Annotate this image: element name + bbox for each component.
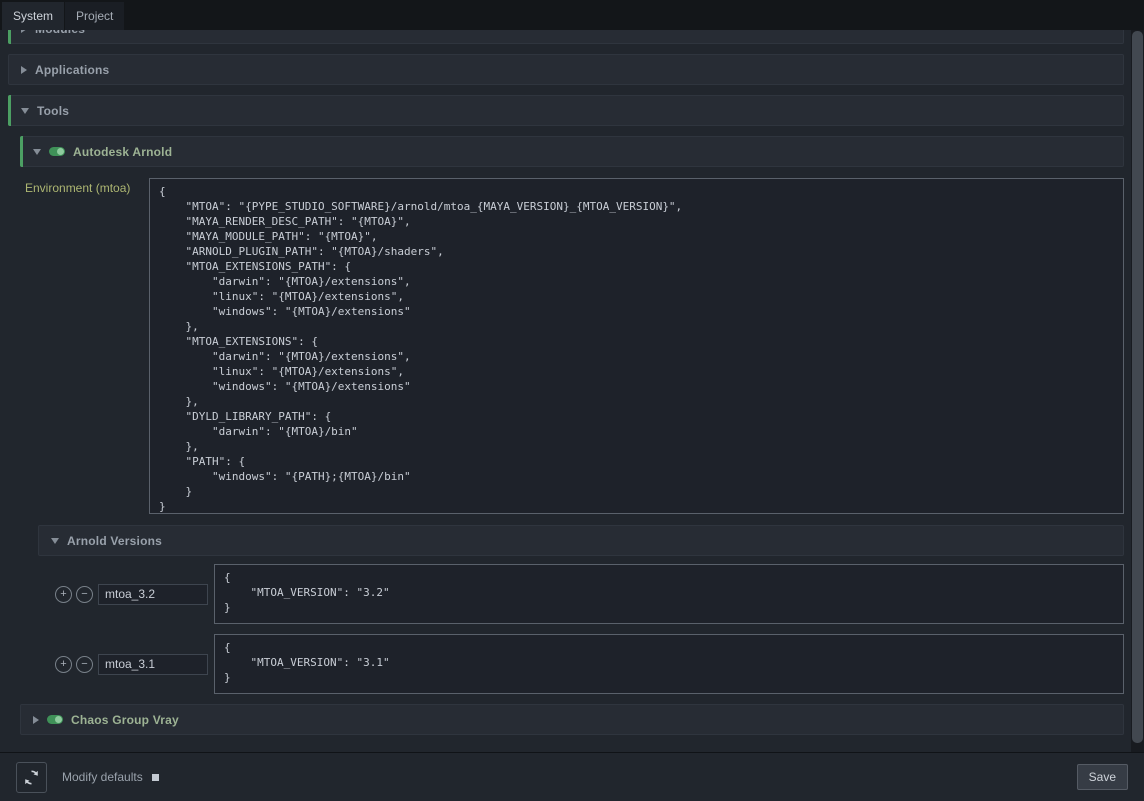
settings-scroll-area: Modules Applications Tools: [0, 30, 1131, 752]
chevron-right-icon: [21, 66, 27, 74]
section-header-modules[interactable]: Modules: [8, 30, 1124, 44]
tab-project[interactable]: Project: [65, 2, 124, 30]
add-version-button[interactable]: +: [55, 586, 72, 603]
version-row: + − { "MTOA_VERSION": "3.1" }: [55, 634, 1124, 694]
section-header-arnold-versions[interactable]: Arnold Versions: [38, 525, 1124, 556]
section-header-tools[interactable]: Tools: [8, 95, 1124, 126]
tool-group-header-vray[interactable]: Chaos Group Vray: [20, 704, 1124, 735]
tool-group-vray: Chaos Group Vray: [20, 704, 1124, 735]
tools-body: Autodesk Arnold Environment (mtoa) { "MT…: [8, 136, 1124, 735]
section-header-applications[interactable]: Applications: [8, 54, 1124, 85]
refresh-button[interactable]: [16, 762, 47, 793]
section-title-applications: Applications: [35, 63, 109, 77]
footer: Modify defaults Save: [0, 752, 1144, 801]
tool-group-title-arnold: Autodesk Arnold: [73, 145, 172, 159]
version-key-input[interactable]: [98, 584, 208, 605]
chevron-right-icon: [33, 716, 39, 724]
version-json-textarea[interactable]: { "MTOA_VERSION": "3.2" }: [214, 564, 1124, 624]
section-title-tools: Tools: [37, 104, 69, 118]
modified-indicator: [8, 95, 11, 126]
version-key-input[interactable]: [98, 654, 208, 675]
modify-defaults-checkbox[interactable]: [152, 774, 159, 781]
add-version-button[interactable]: +: [55, 656, 72, 673]
chevron-down-icon: [33, 149, 41, 155]
arnold-versions-body: + − { "MTOA_VERSION": "3.2" } + −: [38, 564, 1124, 694]
tool-group-arnold: Autodesk Arnold Environment (mtoa) { "MT…: [20, 136, 1124, 694]
chevron-right-icon: [21, 30, 27, 33]
modified-indicator: [20, 136, 23, 167]
environment-json-textarea[interactable]: { "MTOA": "{PYPE_STUDIO_SOFTWARE}/arnold…: [149, 178, 1124, 514]
save-button[interactable]: Save: [1077, 764, 1128, 790]
tool-group-header-arnold[interactable]: Autodesk Arnold: [20, 136, 1124, 167]
tool-group-title-vray: Chaos Group Vray: [71, 713, 179, 727]
environment-row: Environment (mtoa) { "MTOA": "{PYPE_STUD…: [20, 178, 1124, 514]
section-title-modules: Modules: [35, 30, 85, 36]
modified-indicator: [8, 30, 11, 44]
section-title-arnold-versions: Arnold Versions: [67, 534, 162, 548]
tab-system[interactable]: System: [2, 2, 64, 30]
toggle-on-icon[interactable]: [49, 147, 65, 156]
toggle-on-icon[interactable]: [47, 715, 63, 724]
section-applications: Applications: [8, 54, 1124, 85]
scrollbar[interactable]: [1131, 30, 1144, 752]
settings-window: System Project Modules Application: [0, 0, 1144, 801]
remove-version-button[interactable]: −: [76, 586, 93, 603]
environment-label: Environment (mtoa): [25, 178, 149, 195]
section-tools: Tools Autodesk Arnold: [8, 95, 1124, 735]
modify-defaults-label: Modify defaults: [62, 770, 143, 784]
version-row: + − { "MTOA_VERSION": "3.2" }: [55, 564, 1124, 624]
chevron-down-icon: [21, 108, 29, 114]
section-arnold-versions: Arnold Versions + − { "MTOA_VERSION": "3…: [38, 525, 1124, 694]
scrollbar-thumb[interactable]: [1132, 31, 1143, 743]
tab-bar: System Project: [0, 0, 1144, 30]
remove-version-button[interactable]: −: [76, 656, 93, 673]
section-modules: Modules: [8, 30, 1124, 44]
version-json-textarea[interactable]: { "MTOA_VERSION": "3.1" }: [214, 634, 1124, 694]
chevron-down-icon: [51, 538, 59, 544]
refresh-icon: [23, 769, 40, 786]
